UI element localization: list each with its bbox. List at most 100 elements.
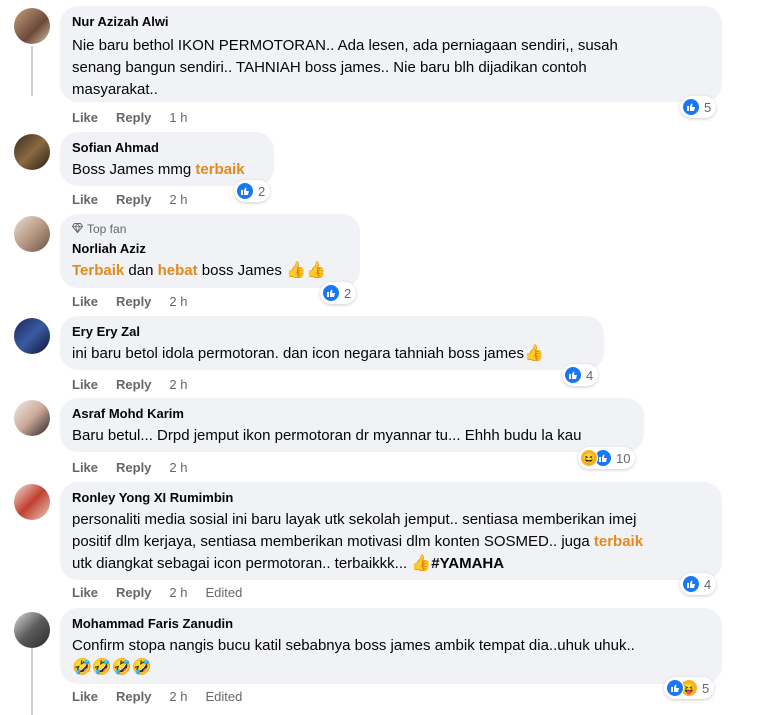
like-reaction-icon bbox=[666, 679, 684, 697]
reaction-count[interactable]: 😝 5 bbox=[664, 677, 715, 699]
reaction-count[interactable]: 2 bbox=[234, 180, 271, 202]
like-button[interactable]: Like bbox=[72, 689, 98, 705]
timestamp[interactable]: 2 h bbox=[169, 460, 187, 476]
like-button[interactable]: Like bbox=[72, 460, 98, 476]
comment-line: utk diangkat sebagai icon permotoran.. t… bbox=[72, 555, 412, 572]
commenter-name[interactable]: Nur Azizah Alwi bbox=[72, 14, 710, 30]
highlighted-word[interactable]: Terbaik bbox=[72, 262, 124, 279]
reply-button[interactable]: Reply bbox=[116, 689, 151, 705]
timestamp[interactable]: 2 h bbox=[169, 689, 187, 705]
reaction-count-text: 10 bbox=[616, 450, 631, 466]
comment-text-part: Boss James mmg bbox=[72, 161, 196, 178]
comment-text-part: dan bbox=[124, 262, 158, 279]
comment-bubble: Asraf Mohd Karim Baru betul... Drpd jemp… bbox=[60, 398, 644, 452]
timestamp[interactable]: 2 h bbox=[169, 585, 187, 601]
comment-text: Boss James mmg terbaik bbox=[72, 159, 262, 181]
like-reaction-icon bbox=[322, 284, 340, 302]
comment-text: Baru betul... Drpd jemput ikon permotora… bbox=[72, 425, 632, 447]
thread-line bbox=[31, 46, 33, 96]
comment-text-part: boss James bbox=[197, 262, 287, 279]
reaction-count[interactable]: 4 bbox=[562, 364, 599, 386]
reaction-count[interactable]: 2 bbox=[320, 282, 357, 304]
like-button[interactable]: Like bbox=[72, 585, 98, 601]
comment-actions: Like Reply 2 h bbox=[72, 377, 206, 393]
highlighted-word[interactable]: terbaik bbox=[594, 533, 643, 550]
diamond-icon bbox=[71, 222, 84, 236]
comment-line: masyarakat.. bbox=[72, 81, 158, 98]
avatar[interactable] bbox=[14, 134, 50, 170]
avatar[interactable] bbox=[14, 8, 50, 44]
reaction-count[interactable]: 5 bbox=[680, 96, 717, 118]
comment-text: Nie baru bethol IKON PERMOTORAN.. Ada le… bbox=[72, 35, 710, 101]
comment-text: ini baru betol idola permotoran. dan ico… bbox=[72, 343, 592, 365]
commenter-name[interactable]: Ery Ery Zal bbox=[72, 324, 592, 340]
comment-text: Confirm stopa nangis bucu katil sebabnya… bbox=[72, 635, 710, 679]
reaction-count-text: 2 bbox=[258, 183, 266, 199]
reply-button[interactable]: Reply bbox=[116, 192, 151, 208]
reply-button[interactable]: Reply bbox=[116, 294, 151, 310]
commenter-name[interactable]: Sofian Ahmad bbox=[72, 140, 262, 156]
thread-line bbox=[31, 648, 33, 715]
comment-bubble: Nur Azizah Alwi Nie baru bethol IKON PER… bbox=[60, 6, 722, 102]
like-reaction-icon bbox=[564, 366, 582, 384]
rofl-emoji: 🤣🤣🤣🤣 bbox=[72, 659, 152, 676]
reaction-count[interactable]: 4 bbox=[680, 573, 717, 595]
top-fan-badge: Top fan bbox=[71, 222, 348, 236]
comment-text: Terbaik dan hebat boss James 👍👍 bbox=[72, 260, 348, 282]
like-button[interactable]: Like bbox=[72, 192, 98, 208]
highlighted-word[interactable]: terbaik bbox=[195, 161, 244, 178]
timestamp[interactable]: 2 h bbox=[169, 294, 187, 310]
avatar[interactable] bbox=[14, 318, 50, 354]
comment-actions: Like Reply 1 h bbox=[72, 110, 206, 126]
avatar[interactable] bbox=[14, 216, 50, 252]
comment-actions: Like Reply 2 h Edited bbox=[72, 585, 260, 601]
reaction-count-text: 2 bbox=[344, 285, 352, 301]
reaction-count-text: 5 bbox=[704, 99, 712, 115]
comment-line: senang bangun sendiri.. TAHNIAH boss jam… bbox=[72, 59, 587, 76]
comment-bubble: Mohammad Faris Zanudin Confirm stopa nan… bbox=[60, 608, 722, 684]
comment-line: personaliti media sosial ini baru layak … bbox=[72, 511, 637, 528]
reply-button[interactable]: Reply bbox=[116, 460, 151, 476]
comment-bubble: Top fan Norliah Aziz Terbaik dan hebat b… bbox=[60, 214, 360, 288]
thumbs-up-emoji: 👍👍 bbox=[286, 262, 326, 279]
commenter-name[interactable]: Ronley Yong XI Rumimbin bbox=[72, 490, 710, 506]
commenter-name[interactable]: Norliah Aziz bbox=[72, 241, 348, 257]
timestamp[interactable]: 2 h bbox=[169, 192, 187, 208]
edited-label[interactable]: Edited bbox=[206, 585, 243, 601]
comment-text-part: Baru betul... Drpd jemput ikon permotora… bbox=[72, 427, 582, 444]
comment-line: Nie baru bethol IKON PERMOTORAN.. Ada le… bbox=[72, 37, 618, 54]
like-reaction-icon bbox=[236, 182, 254, 200]
like-button[interactable]: Like bbox=[72, 377, 98, 393]
comment-actions: Like Reply 2 h bbox=[72, 192, 206, 208]
comment-line: positif dlm kerjaya, sentiasa memberikan… bbox=[72, 533, 594, 550]
hashtag-link[interactable]: #YAMAHA bbox=[431, 555, 504, 572]
reply-button[interactable]: Reply bbox=[116, 377, 151, 393]
comment-actions: Like Reply 2 h bbox=[72, 460, 206, 476]
comment-line: Confirm stopa nangis bucu katil sebabnya… bbox=[72, 637, 635, 654]
reaction-count-text: 5 bbox=[702, 680, 710, 696]
comment-text-part: ini baru betol idola permotoran. dan ico… bbox=[72, 345, 524, 362]
like-button[interactable]: Like bbox=[72, 110, 98, 126]
avatar[interactable] bbox=[14, 400, 50, 436]
comment-bubble: Ronley Yong XI Rumimbin personaliti medi… bbox=[60, 482, 722, 580]
timestamp[interactable]: 1 h bbox=[169, 110, 187, 126]
haha-reaction-icon: 😆 bbox=[580, 449, 598, 467]
reaction-count[interactable]: 😆 10 bbox=[578, 447, 636, 469]
reply-button[interactable]: Reply bbox=[116, 585, 151, 601]
reaction-count-text: 4 bbox=[704, 576, 712, 592]
like-reaction-icon bbox=[682, 98, 700, 116]
highlighted-word[interactable]: hebat bbox=[158, 262, 198, 279]
like-button[interactable]: Like bbox=[72, 294, 98, 310]
thumbs-up-emoji: 👍 bbox=[523, 345, 544, 362]
avatar[interactable] bbox=[14, 612, 50, 648]
avatar[interactable] bbox=[14, 484, 50, 520]
edited-label[interactable]: Edited bbox=[206, 689, 243, 705]
commenter-name[interactable]: Mohammad Faris Zanudin bbox=[72, 616, 710, 632]
reply-button[interactable]: Reply bbox=[116, 110, 151, 126]
comment-actions: Like Reply 2 h Edited bbox=[72, 689, 260, 705]
top-fan-label: Top fan bbox=[87, 222, 127, 236]
comment-text: personaliti media sosial ini baru layak … bbox=[72, 509, 710, 575]
timestamp[interactable]: 2 h bbox=[169, 377, 187, 393]
comment-bubble: Ery Ery Zal ini baru betol idola permoto… bbox=[60, 316, 604, 370]
commenter-name[interactable]: Asraf Mohd Karim bbox=[72, 406, 632, 422]
